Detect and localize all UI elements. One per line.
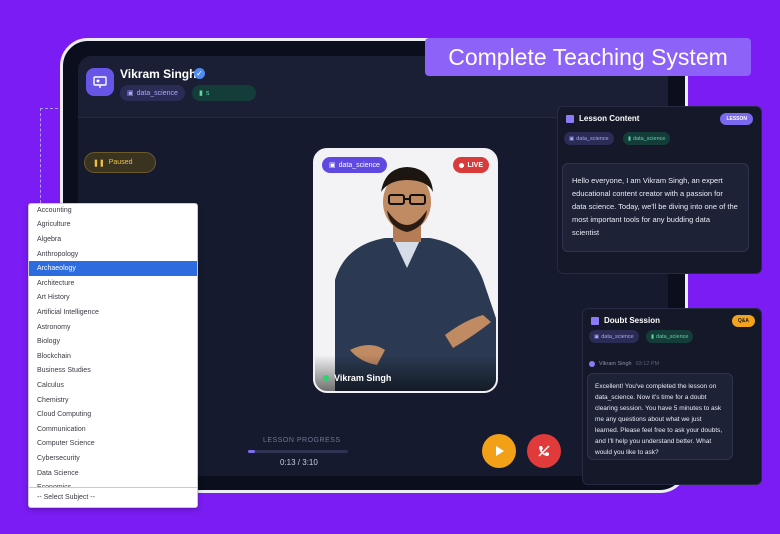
subject-option[interactable]: Biology — [29, 334, 197, 349]
doubt-subject-label: data_science — [601, 333, 634, 340]
progress-time: 0:13 / 3:10 — [280, 458, 318, 467]
play-button[interactable] — [482, 434, 516, 468]
subject-option[interactable]: Art History — [29, 291, 197, 306]
play-icon — [496, 446, 504, 456]
subject-option[interactable]: Communication — [29, 422, 197, 437]
doubt-panel-title: Doubt Session — [591, 316, 660, 325]
lesson-subject-chip: ▣ data_science — [564, 132, 614, 145]
book-icon: ▣ — [594, 333, 600, 340]
subject-option[interactable]: Calculus — [29, 378, 197, 393]
bookmark-icon: ▮ — [628, 135, 632, 142]
progress-bar[interactable] — [248, 450, 348, 453]
doubt-session-panel: Doubt Session Q&A ▣ data_science ▮ data_… — [582, 308, 762, 485]
subject-option[interactable]: Artificial Intelligence — [29, 305, 197, 320]
message-header: Vikram Singh 03:12 PM — [589, 361, 659, 367]
connector-line — [40, 108, 41, 203]
lesson-title-label: Lesson Content — [579, 114, 640, 123]
doubt-message: Excellent! You've completed the lesson o… — [587, 373, 733, 460]
doubt-level-label: data_science — [656, 333, 689, 340]
phone-off-icon — [538, 445, 550, 457]
bookmark-icon: ▮ — [651, 333, 655, 340]
message-sender: Vikram Singh — [599, 361, 632, 367]
lesson-content-panel: Lesson Content LESSON ▣ data_science ▮ d… — [557, 106, 762, 274]
video-subject-chip: ▣ data_science — [322, 157, 387, 173]
level-chip: ▮ s — [192, 85, 256, 101]
teacher-avatar — [86, 68, 114, 96]
subject-option[interactable]: Algebra — [29, 232, 197, 247]
doubt-subject-chip: ▣ data_science — [589, 330, 639, 343]
paused-badge: ❚❚ Paused — [84, 152, 156, 173]
lesson-level-label: data_science — [633, 135, 666, 142]
video-teacher-name: Vikram Singh — [334, 373, 392, 383]
feature-banner: Complete Teaching System — [425, 38, 751, 76]
teacher-name: Vikram Singh — [120, 67, 197, 81]
lesson-text: Hello everyone, I am Vikram Singh, an ex… — [562, 163, 749, 252]
level-chip-label: s — [205, 89, 210, 97]
subject-option[interactable]: Archaeology — [29, 261, 197, 276]
lesson-subject-label: data_science — [576, 135, 609, 142]
progress-fill — [248, 450, 255, 453]
presentation-icon — [93, 76, 107, 88]
book-icon — [591, 316, 599, 325]
video-subject-label: data_science — [338, 161, 380, 169]
lesson-panel-title: Lesson Content — [566, 114, 639, 123]
end-call-button[interactable] — [527, 434, 561, 468]
book-icon: ▣ — [127, 90, 134, 97]
subject-option[interactable]: Astronomy — [29, 320, 197, 335]
live-badge: LIVE — [453, 157, 489, 173]
book-icon: ▣ — [569, 135, 575, 142]
video-name-tag: Vikram Singh — [323, 373, 391, 383]
subject-option[interactable]: Architecture — [29, 276, 197, 291]
lesson-level-chip: ▮ data_science — [623, 132, 671, 145]
paused-label: Paused — [108, 159, 133, 166]
doubt-title-label: Doubt Session — [604, 316, 661, 325]
subject-option[interactable]: Accounting — [29, 204, 197, 218]
subject-option[interactable]: Cybersecurity — [29, 451, 197, 466]
pause-icon: ❚❚ — [93, 159, 105, 167]
subject-chip: ▣ data_science — [120, 85, 185, 101]
subject-option[interactable]: Computer Science — [29, 437, 197, 452]
subject-option[interactable]: Cloud Computing — [29, 407, 197, 422]
subject-option[interactable]: Blockchain — [29, 349, 197, 364]
subject-option[interactable]: Anthropology — [29, 247, 197, 262]
live-label: LIVE — [467, 161, 483, 169]
verified-icon: ✓ — [194, 68, 205, 79]
teacher-portrait — [315, 150, 496, 391]
subject-option[interactable]: Chemistry — [29, 393, 197, 408]
subject-option[interactable]: Data Science — [29, 466, 197, 481]
teacher-video[interactable]: ▣ data_science LIVE Vikram Singh — [313, 148, 498, 393]
subject-select[interactable]: -- Select Subject -- — [29, 487, 197, 507]
doubt-level-chip: ▮ data_science — [646, 330, 694, 343]
book-icon: ▣ — [329, 162, 336, 169]
subject-option[interactable]: Business Studies — [29, 364, 197, 379]
book-icon — [566, 114, 574, 123]
progress-label: LESSON PROGRESS — [263, 437, 341, 444]
subject-option[interactable]: Agriculture — [29, 218, 197, 233]
subject-dropdown[interactable]: EconomicsData ScienceCybersecurityComput… — [28, 203, 198, 508]
online-status-icon — [323, 375, 329, 381]
teacher-mini-avatar — [589, 361, 595, 367]
qa-badge: Q&A — [731, 315, 755, 327]
subject-chip-label: data_science — [136, 89, 178, 97]
lesson-badge: LESSON — [720, 113, 753, 125]
bookmark-icon: ▮ — [199, 90, 203, 97]
live-dot-icon — [459, 162, 465, 168]
message-time: 03:12 PM — [635, 361, 660, 367]
